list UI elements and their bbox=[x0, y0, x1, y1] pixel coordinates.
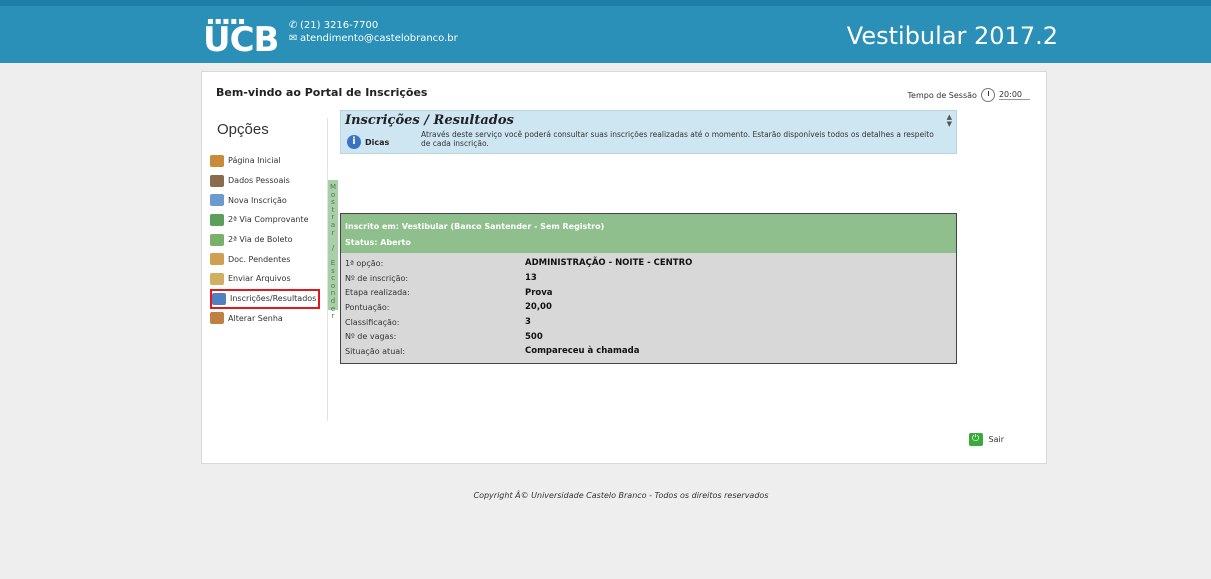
info-icon: i bbox=[347, 135, 361, 149]
sidebar-item-4[interactable]: 2ª Via de Boleto bbox=[210, 230, 322, 250]
sidebar-item-label: Enviar Arquivos bbox=[228, 274, 291, 284]
enrolled-in: Inscrito em: Vestibular (Banco Santender… bbox=[345, 222, 605, 231]
exit-button[interactable]: ⏻ Sair bbox=[968, 433, 1005, 446]
mail-icon: ✉ bbox=[289, 33, 298, 44]
result-value: 20,00 bbox=[525, 302, 552, 313]
result-details: 1ª opção: ADMINISTRAÇÃO - NOITE - CENTRO N… bbox=[341, 253, 956, 359]
tips-text: Através deste serviço você poderá consul… bbox=[421, 130, 934, 148]
session-label: Tempo de Sessão bbox=[907, 90, 977, 100]
result-row: Situação atual: Compareceu à chamada bbox=[345, 344, 956, 359]
contact-info: ✆ (21) 3216-7700 ✉ atendimento@castelobran… bbox=[289, 19, 458, 45]
result-label: Pontuação: bbox=[345, 302, 390, 312]
info-box: Inscrições / Resultados i Dicas Através … bbox=[340, 110, 957, 154]
ucb-logo: ▪▪▪▪▪ UCB bbox=[203, 12, 279, 60]
result-label: Classificação: bbox=[345, 317, 400, 327]
result-value: Prova bbox=[525, 287, 553, 298]
sidebar-item-label: Nova Inscrição bbox=[228, 195, 287, 205]
sidebar-item-1[interactable]: Dados Pessoais bbox=[210, 171, 322, 191]
result-label: 1ª opção: bbox=[345, 258, 384, 268]
password-icon bbox=[210, 312, 224, 325]
sidebar-item-label: Dados Pessoais bbox=[228, 176, 290, 186]
result-row: Nº de inscrição: 13 bbox=[345, 271, 956, 286]
welcome-title: Bem-vindo ao Portal de Inscrições bbox=[216, 86, 428, 99]
result-row: Nº de vagas: 500 bbox=[345, 329, 956, 344]
result-label: Situação atual: bbox=[345, 346, 406, 356]
top-header: ▪▪▪▪▪ UCB ✆ (21) 3216-7700 ✉ atendimento@c… bbox=[0, 0, 1211, 63]
session-time: 20:00 bbox=[998, 90, 1030, 100]
clock-icon bbox=[980, 88, 995, 102]
result-value: Compareceu à chamada bbox=[525, 346, 640, 357]
sidebar-item-2[interactable]: Nova Inscrição bbox=[210, 190, 322, 210]
user-icon bbox=[210, 174, 224, 187]
sidebar-menu: Página Inicial Dados Pessoais Nova Inscriç… bbox=[210, 151, 322, 328]
copyright: Copyright Â© Universidade Castelo Branco… bbox=[473, 491, 769, 500]
options-title: Opções bbox=[217, 121, 269, 138]
result-label: Nº de vagas: bbox=[345, 332, 397, 342]
sidebar-item-3[interactable]: 2ª Via Comprovante bbox=[210, 210, 322, 230]
printer-icon bbox=[210, 213, 224, 226]
section-title: Inscrições / Resultados bbox=[345, 113, 514, 128]
result-row: Pontuação: 20,00 bbox=[345, 300, 956, 315]
money-icon bbox=[210, 233, 224, 246]
form-icon bbox=[210, 194, 224, 207]
result-row: Etapa realizada: Prova bbox=[345, 285, 956, 300]
phone-icon: ✆ bbox=[289, 20, 298, 31]
sidebar-item-8[interactable]: Alterar Senha bbox=[210, 309, 322, 329]
tips-label: Dicas bbox=[365, 138, 390, 147]
sidebar-item-label: 2ª Via de Boleto bbox=[228, 235, 293, 245]
power-icon: ⏻ bbox=[968, 433, 983, 446]
home-icon bbox=[210, 154, 224, 167]
exam-title: Vestibular 2017.2 bbox=[846, 22, 1058, 50]
sidebar-item-label: Página Inicial bbox=[228, 156, 281, 166]
logo-text: UCB bbox=[203, 20, 279, 60]
phone-number: (21) 3216-7700 bbox=[300, 20, 379, 31]
sidebar-item-label: 2ª Via Comprovante bbox=[228, 215, 309, 225]
document-icon bbox=[210, 253, 224, 266]
result-value: 13 bbox=[525, 273, 537, 284]
status-text: Status: Aberto bbox=[345, 238, 411, 247]
sidebar-item-0[interactable]: Página Inicial bbox=[210, 151, 322, 171]
result-row: 1ª opção: ADMINISTRAÇÃO - NOITE - CENTRO bbox=[345, 256, 956, 271]
result-header: Inscrito em: Vestibular (Banco Santender… bbox=[341, 214, 956, 253]
sidebar-item-label: Doc. Pendentes bbox=[228, 254, 291, 264]
result-value: 3 bbox=[525, 317, 531, 328]
result-label: Etapa realizada: bbox=[345, 288, 410, 298]
result-row: Classificação: 3 bbox=[345, 315, 956, 330]
sidebar-item-label: Inscrições/Resultados bbox=[230, 294, 317, 304]
result-label: Nº de inscrição: bbox=[345, 273, 409, 283]
sidebar-item-7[interactable]: Inscrições/Resultados bbox=[210, 288, 320, 309]
show-hide-toggle[interactable]: Mostrar / Esconder bbox=[328, 180, 338, 320]
results-icon bbox=[212, 292, 226, 305]
email-address: atendimento@castelobranco.br bbox=[300, 33, 458, 44]
result-card: Inscrito em: Vestibular (Banco Santender… bbox=[340, 213, 957, 364]
sidebar-item-label: Alterar Senha bbox=[228, 313, 283, 323]
exit-label: Sair bbox=[988, 435, 1005, 444]
result-value: 500 bbox=[525, 331, 543, 342]
result-value: ADMINISTRAÇÃO - NOITE - CENTRO bbox=[525, 258, 693, 269]
upload-icon bbox=[210, 272, 224, 285]
sidebar-item-6[interactable]: Enviar Arquivos bbox=[210, 269, 322, 289]
collapse-arrows-icon[interactable]: ▲ ▼ bbox=[947, 114, 952, 128]
sidebar-item-5[interactable]: Doc. Pendentes bbox=[210, 249, 322, 269]
main-panel: Bem-vindo ao Portal de Inscrições Tempo … bbox=[201, 71, 1047, 464]
session-timer: Tempo de Sessão 20:00 bbox=[907, 88, 1030, 102]
